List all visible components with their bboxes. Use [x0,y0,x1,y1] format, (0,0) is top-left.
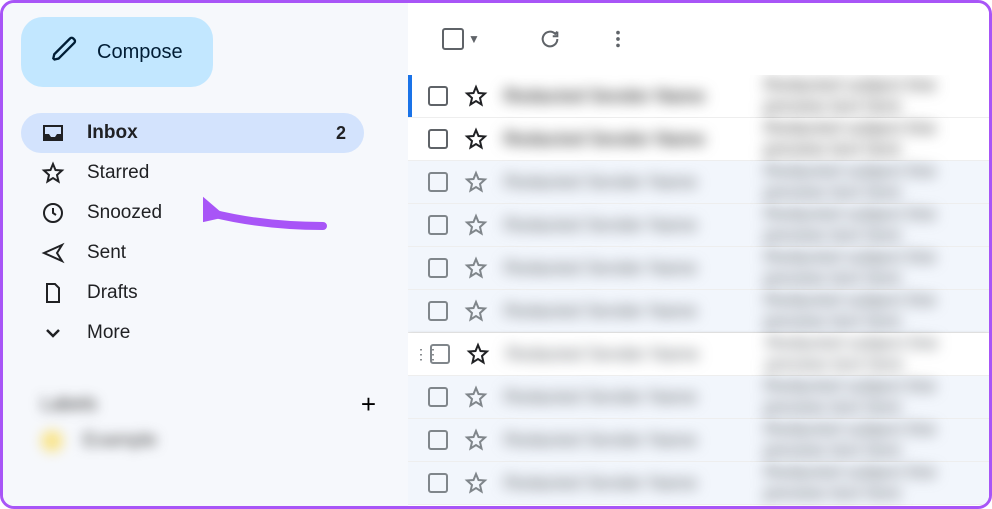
star-toggle[interactable] [464,385,488,409]
add-label-button[interactable]: + [361,389,376,420]
star-toggle[interactable] [464,256,488,280]
email-row[interactable]: Redacted Sender NameRedacted subject lin… [408,376,989,419]
row-checkbox[interactable] [428,301,448,321]
sender-text: Redacted Sender Name [504,473,764,494]
clock-icon [41,201,65,225]
star-toggle[interactable] [464,299,488,323]
sender-text: Redacted Sender Name [504,258,764,279]
email-row[interactable]: Redacted Sender NameRedacted subject lin… [408,204,989,247]
subject-text: Redacted subject line preview text here [764,290,989,332]
sidebar-item-starred[interactable]: Starred [21,153,364,193]
row-checkbox[interactable] [428,172,448,192]
row-checkbox[interactable] [430,344,450,364]
subject-text: Redacted subject line preview text here [764,419,989,461]
pencil-icon [51,35,79,69]
label-item[interactable]: Example [21,420,400,452]
send-icon [41,241,65,265]
sender-text: Redacted Sender Name [504,86,764,107]
sidebar-label: Snoozed [87,202,162,224]
star-toggle[interactable] [464,213,488,237]
star-toggle[interactable] [464,471,488,495]
sidebar-label: Drafts [87,282,138,304]
caret-down-icon: ▼ [468,32,480,46]
sidebar-item-more[interactable]: More [21,313,364,353]
sidebar-item-snoozed[interactable]: Snoozed [21,193,364,233]
drag-handle-icon[interactable]: ⋮⋮ [414,346,430,363]
email-row[interactable]: Redacted Sender NameRedacted subject lin… [408,462,989,505]
sender-text: Redacted Sender Name [504,172,764,193]
compose-label: Compose [97,41,183,64]
refresh-button[interactable] [528,17,572,61]
labels-header: Labels + [21,389,400,420]
email-list: Redacted Sender NameRedacted subject lin… [408,75,989,506]
row-checkbox[interactable] [428,430,448,450]
subject-text: Redacted subject line preview text here [764,376,989,418]
sender-text: Redacted Sender Name [504,301,764,322]
inbox-icon [41,121,65,145]
sender-text: Redacted Sender Name [504,387,764,408]
subject-text: Redacted subject line preview text here [764,247,989,289]
email-row[interactable]: Redacted Sender NameRedacted subject lin… [408,419,989,462]
sender-text: Redacted Sender Name [504,430,764,451]
email-row[interactable]: Redacted Sender NameRedacted subject lin… [408,118,989,161]
toolbar: ▼ [408,3,989,75]
email-row[interactable]: Redacted Sender NameRedacted subject lin… [408,161,989,204]
more-menu-button[interactable] [596,17,640,61]
star-toggle[interactable] [464,170,488,194]
star-toggle[interactable] [466,342,490,366]
row-checkbox[interactable] [428,86,448,106]
sidebar-item-sent[interactable]: Sent [21,233,364,273]
row-checkbox[interactable] [428,215,448,235]
file-icon [41,281,65,305]
star-icon [41,161,65,185]
sidebar-label: Sent [87,242,126,264]
row-checkbox[interactable] [428,387,448,407]
nav-list: Inbox 2 Starred Snoozed Sent [21,113,400,353]
select-all-checkbox[interactable]: ▼ [436,22,486,56]
subject-text: Redacted subject line preview text here [764,462,989,504]
label-text: Example [83,430,157,452]
star-toggle[interactable] [464,127,488,151]
app-frame: Compose Inbox 2 Starred Snoozed [0,0,992,509]
email-row[interactable]: Redacted Sender NameRedacted subject lin… [408,75,989,118]
sidebar-label: More [87,322,130,344]
chevron-down-icon [41,321,65,345]
refresh-icon [539,28,561,50]
sidebar-label: Inbox [87,122,138,144]
sidebar-item-drafts[interactable]: Drafts [21,273,364,313]
sender-text: Redacted Sender Name [504,215,764,236]
subject-text: Redacted subject line preview text here [764,204,989,246]
sender-text: Redacted Sender Name [506,344,766,365]
subject-text: Redacted subject line preview text here [764,75,989,117]
main-panel: ▼ Redacted Sender NameRedacted subject l… [408,3,989,506]
more-vert-icon [607,28,629,50]
subject-text: Redacted subject line preview text here [766,333,989,375]
subject-text: Redacted subject line preview text here [764,118,989,160]
star-toggle[interactable] [464,428,488,452]
email-row[interactable]: ⋮⋮ Redacted Sender NameRedacted subject l… [408,333,989,376]
star-toggle[interactable] [464,84,488,108]
row-checkbox[interactable] [428,473,448,493]
subject-text: Redacted subject line preview text here [764,161,989,203]
sidebar: Compose Inbox 2 Starred Snoozed [3,3,408,506]
email-row[interactable]: Redacted Sender NameRedacted subject lin… [408,247,989,290]
sender-text: Redacted Sender Name [504,129,764,150]
sidebar-label: Starred [87,162,149,184]
inbox-count: 2 [336,123,346,144]
checkbox-icon [442,28,464,50]
label-color-dot [41,430,63,452]
sidebar-item-inbox[interactable]: Inbox 2 [21,113,364,153]
email-row[interactable]: Redacted Sender NameRedacted subject lin… [408,290,989,333]
compose-button[interactable]: Compose [21,17,213,87]
row-checkbox[interactable] [428,258,448,278]
row-checkbox[interactable] [428,129,448,149]
labels-heading: Labels [41,394,97,416]
